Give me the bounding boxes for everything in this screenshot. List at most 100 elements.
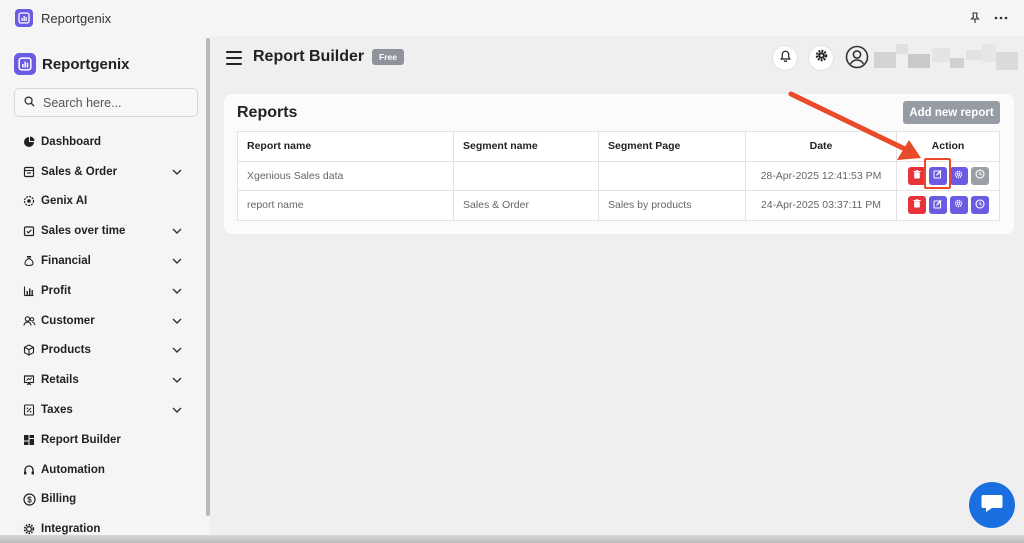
window-bottom-edge (0, 535, 1024, 543)
sidebar-item-label: Customer (41, 314, 95, 327)
window-titlebar: Reportgenix (0, 0, 1024, 36)
sidebar-item-label: Billing (41, 493, 77, 506)
sidebar-item-label: Integration (41, 523, 101, 536)
gear-icon (954, 170, 963, 182)
edit-button[interactable] (928, 196, 947, 215)
chat-bubble-icon (980, 492, 1004, 519)
sidebar-scroll-thumb[interactable] (206, 38, 210, 516)
chevron-down-icon[interactable] (171, 166, 183, 178)
sidebar-item-billing[interactable]: $ Billing (0, 485, 205, 515)
reports-title: Reports (237, 104, 298, 121)
chevron-down-icon[interactable] (171, 285, 183, 297)
sidebar-item-profit[interactable]: Profit (0, 276, 205, 306)
clock-icon (974, 169, 985, 182)
configure-button[interactable] (949, 166, 968, 185)
chat-support-button[interactable] (969, 482, 1015, 528)
sidebar-item-sales-order[interactable]: Sales & Order (0, 157, 205, 187)
svg-text:$: $ (27, 495, 32, 504)
table-row: report name Sales & Order Sales by produ… (237, 190, 1000, 221)
pin-icon[interactable] (964, 7, 986, 29)
settings-button[interactable] (808, 45, 834, 71)
users-icon (22, 314, 36, 328)
window-title: Reportgenix (41, 10, 112, 26)
sidebar-item-label: Products (41, 344, 91, 357)
sidebar-item-report-builder[interactable]: Report Builder (0, 425, 205, 455)
sidebar-item-taxes[interactable]: Taxes (0, 395, 205, 425)
edit-icon (933, 199, 943, 212)
box-icon (22, 343, 36, 357)
sidebar-item-financial[interactable]: Financial (0, 246, 205, 276)
clock-icon (974, 199, 985, 212)
sidebar-item-label: Report Builder (41, 433, 121, 446)
more-options-icon[interactable] (990, 7, 1012, 29)
search-icon (24, 94, 35, 112)
sidebar-scrollbar[interactable] (205, 36, 210, 516)
chevron-down-icon[interactable] (171, 225, 183, 237)
gear-icon (815, 49, 828, 67)
chevron-down-icon[interactable] (171, 255, 183, 267)
sidebar-item-dashboard[interactable]: Dashboard (0, 127, 205, 157)
schedule-button[interactable] (970, 196, 989, 215)
money-bag-icon (22, 254, 36, 268)
brand[interactable]: Reportgenix (14, 53, 130, 75)
automation-icon (22, 463, 36, 477)
sidebar-item-label: Sales over time (41, 225, 126, 238)
trash-icon (912, 199, 921, 211)
segment-name-cell (453, 160, 599, 191)
brand-name: Reportgenix (42, 55, 130, 73)
calendar-check-icon (22, 224, 36, 238)
segment-page-cell: Sales by products (598, 190, 746, 221)
page-title: Report Builder (253, 48, 365, 65)
sidebar: Reportgenix Dashboard Sales & Order Geni… (0, 36, 210, 543)
sidebar-item-label: Profit (41, 284, 72, 297)
main-header: Report Builder Free (214, 36, 1024, 86)
sidebar-search[interactable] (14, 88, 198, 117)
sidebar-item-products[interactable]: Products (0, 336, 205, 366)
date-cell: 24-Apr-2025 03:37:11 PM (745, 190, 897, 221)
presentation-board-icon (22, 373, 36, 387)
sidebar-item-label: Automation (41, 463, 105, 476)
delete-button[interactable] (907, 196, 926, 215)
delete-button[interactable] (907, 166, 926, 185)
sidebar-nav: Dashboard Sales & Order Genix AI Sales o… (0, 127, 205, 543)
chevron-down-icon[interactable] (171, 315, 183, 327)
sidebar-item-genix-ai[interactable]: Genix AI (0, 187, 205, 217)
schedule-button[interactable] (970, 166, 989, 185)
bell-icon (779, 49, 791, 67)
user-name-redacted (874, 44, 1024, 72)
app-logo-icon (15, 9, 33, 27)
sidebar-item-sales-over-time[interactable]: Sales over time (0, 216, 205, 246)
gear-icon (954, 199, 963, 211)
chevron-down-icon[interactable] (171, 404, 183, 416)
grid-layout-icon (22, 433, 36, 447)
menu-toggle-icon[interactable] (226, 51, 242, 65)
dollar-circle-icon: $ (22, 492, 36, 506)
column-header: Report name (237, 131, 454, 162)
column-header: Segment Page (598, 131, 746, 162)
sidebar-item-label: Financial (41, 255, 91, 268)
receipt-icon (22, 165, 36, 179)
segment-name-cell: Sales & Order (453, 190, 599, 221)
sidebar-item-retails[interactable]: Retails (0, 365, 205, 395)
user-avatar-icon[interactable] (845, 45, 869, 69)
sidebar-item-automation[interactable]: Automation (0, 455, 205, 485)
report-name-cell: Xgenious Sales data (237, 160, 454, 191)
chevron-down-icon[interactable] (171, 374, 183, 386)
annotation-arrow-icon (788, 91, 921, 160)
chevron-down-icon[interactable] (171, 344, 183, 356)
bar-chart-icon (22, 284, 36, 298)
sparkle-gear-icon (22, 194, 36, 208)
search-input[interactable] (43, 95, 183, 110)
notifications-button[interactable] (772, 45, 798, 71)
plan-badge: Free (372, 49, 404, 65)
sidebar-item-label: Retails (41, 374, 79, 387)
configure-button[interactable] (949, 196, 968, 215)
sidebar-item-label: Taxes (41, 404, 73, 417)
sidebar-item-label: Dashboard (41, 135, 102, 148)
segment-page-cell (598, 160, 746, 191)
sidebar-item-label: Genix AI (41, 195, 88, 208)
sidebar-item-customer[interactable]: Customer (0, 306, 205, 336)
action-cell (896, 190, 1000, 221)
brand-logo-icon (14, 53, 36, 75)
trash-icon (912, 169, 921, 182)
